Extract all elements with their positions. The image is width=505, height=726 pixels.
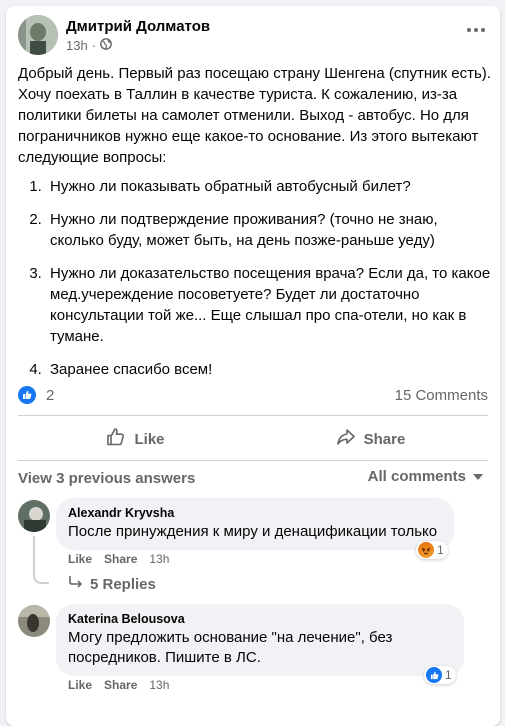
like-button[interactable]: Like (18, 421, 253, 457)
post-intro: Добрый день. Первый раз посещаю страну Ш… (18, 65, 491, 166)
comment-actions: Like Share 13h (68, 552, 169, 566)
thread-connector (33, 536, 49, 584)
comment-actions: Like Share 13h (68, 678, 169, 692)
reply-arrow-icon (68, 575, 84, 593)
reaction-count-group[interactable]: 2 (18, 386, 54, 404)
comment-time[interactable]: 13h (149, 678, 169, 692)
like-reaction-icon (18, 386, 36, 404)
dot-icon (467, 28, 471, 32)
comment-author[interactable]: Katerina Belousova (68, 612, 452, 626)
view-replies-link[interactable]: 5 Replies (68, 575, 156, 593)
question-item: Заранее спасибо всем! (46, 359, 492, 380)
share-arrow-icon (336, 427, 356, 451)
question-item: Нужно ли подтверждение проживания? (точн… (46, 209, 492, 251)
comment-time[interactable]: 13h (149, 552, 169, 566)
dot-icon (474, 28, 478, 32)
comment-text: После принуждения к миру и денацификации… (68, 523, 438, 540)
post-time[interactable]: 13h (66, 38, 88, 53)
globe-icon (100, 38, 112, 53)
replies-count: 5 Replies (90, 575, 156, 593)
divider (18, 460, 488, 461)
post-action-bar: Like Share (18, 421, 488, 457)
comment-bubble: Katerina Belousova Могу предложить основ… (56, 604, 464, 676)
author-avatar[interactable] (18, 15, 58, 55)
comment-filter-dropdown[interactable]: All comments (368, 468, 484, 485)
post-author-name[interactable]: Дмитрий Долматов (66, 18, 210, 35)
more-options-button[interactable] (464, 22, 488, 38)
meta-separator: · (91, 38, 97, 53)
comment-reaction-chip[interactable]: 1 (416, 541, 448, 559)
commenter-avatar[interactable] (18, 605, 50, 637)
comment-share-button[interactable]: Share (104, 678, 137, 692)
question-list: Нужно ли показывать обратный автобусный … (18, 176, 492, 380)
like-label: Like (134, 430, 165, 448)
comment-share-button[interactable]: Share (104, 552, 137, 566)
like-reaction-icon (426, 667, 442, 683)
comment-like-button[interactable]: Like (68, 678, 92, 692)
dot-icon (481, 28, 485, 32)
view-previous-answers-link[interactable]: View 3 previous answers (18, 470, 195, 487)
post-body: Добрый день. Первый раз посещаю страну Ш… (18, 63, 492, 392)
comments-count-link[interactable]: 15 Comments (395, 387, 488, 404)
comment-text: Могу предложить основание "на лечение", … (68, 629, 393, 666)
reaction-count: 2 (46, 386, 55, 404)
share-label: Share (363, 430, 406, 448)
thumbs-up-icon (106, 427, 126, 451)
comment-reaction-chip[interactable]: 1 (424, 666, 456, 684)
question-item: Нужно ли показывать обратный автобусный … (46, 176, 492, 197)
comment-author[interactable]: Alexandr Kryvsha (68, 506, 442, 520)
comment-bubble: Alexandr Kryvsha После принуждения к мир… (56, 498, 454, 550)
reactions-summary: 2 15 Comments (18, 384, 488, 406)
commenter-avatar[interactable] (18, 500, 50, 532)
caret-down-icon (472, 468, 484, 485)
share-button[interactable]: Share (253, 421, 488, 457)
divider (18, 415, 488, 416)
reaction-count: 1 (445, 668, 452, 682)
question-item: Нужно ли доказательство посещения врача?… (46, 263, 492, 347)
angry-reaction-icon (418, 542, 434, 558)
comment-like-button[interactable]: Like (68, 552, 92, 566)
post-meta: 13h · (66, 38, 112, 53)
reaction-count: 1 (437, 543, 444, 557)
comment-filter-label: All comments (367, 468, 466, 485)
post-card: Дмитрий Долматов 13h · Добрый день. Перв… (6, 6, 500, 726)
